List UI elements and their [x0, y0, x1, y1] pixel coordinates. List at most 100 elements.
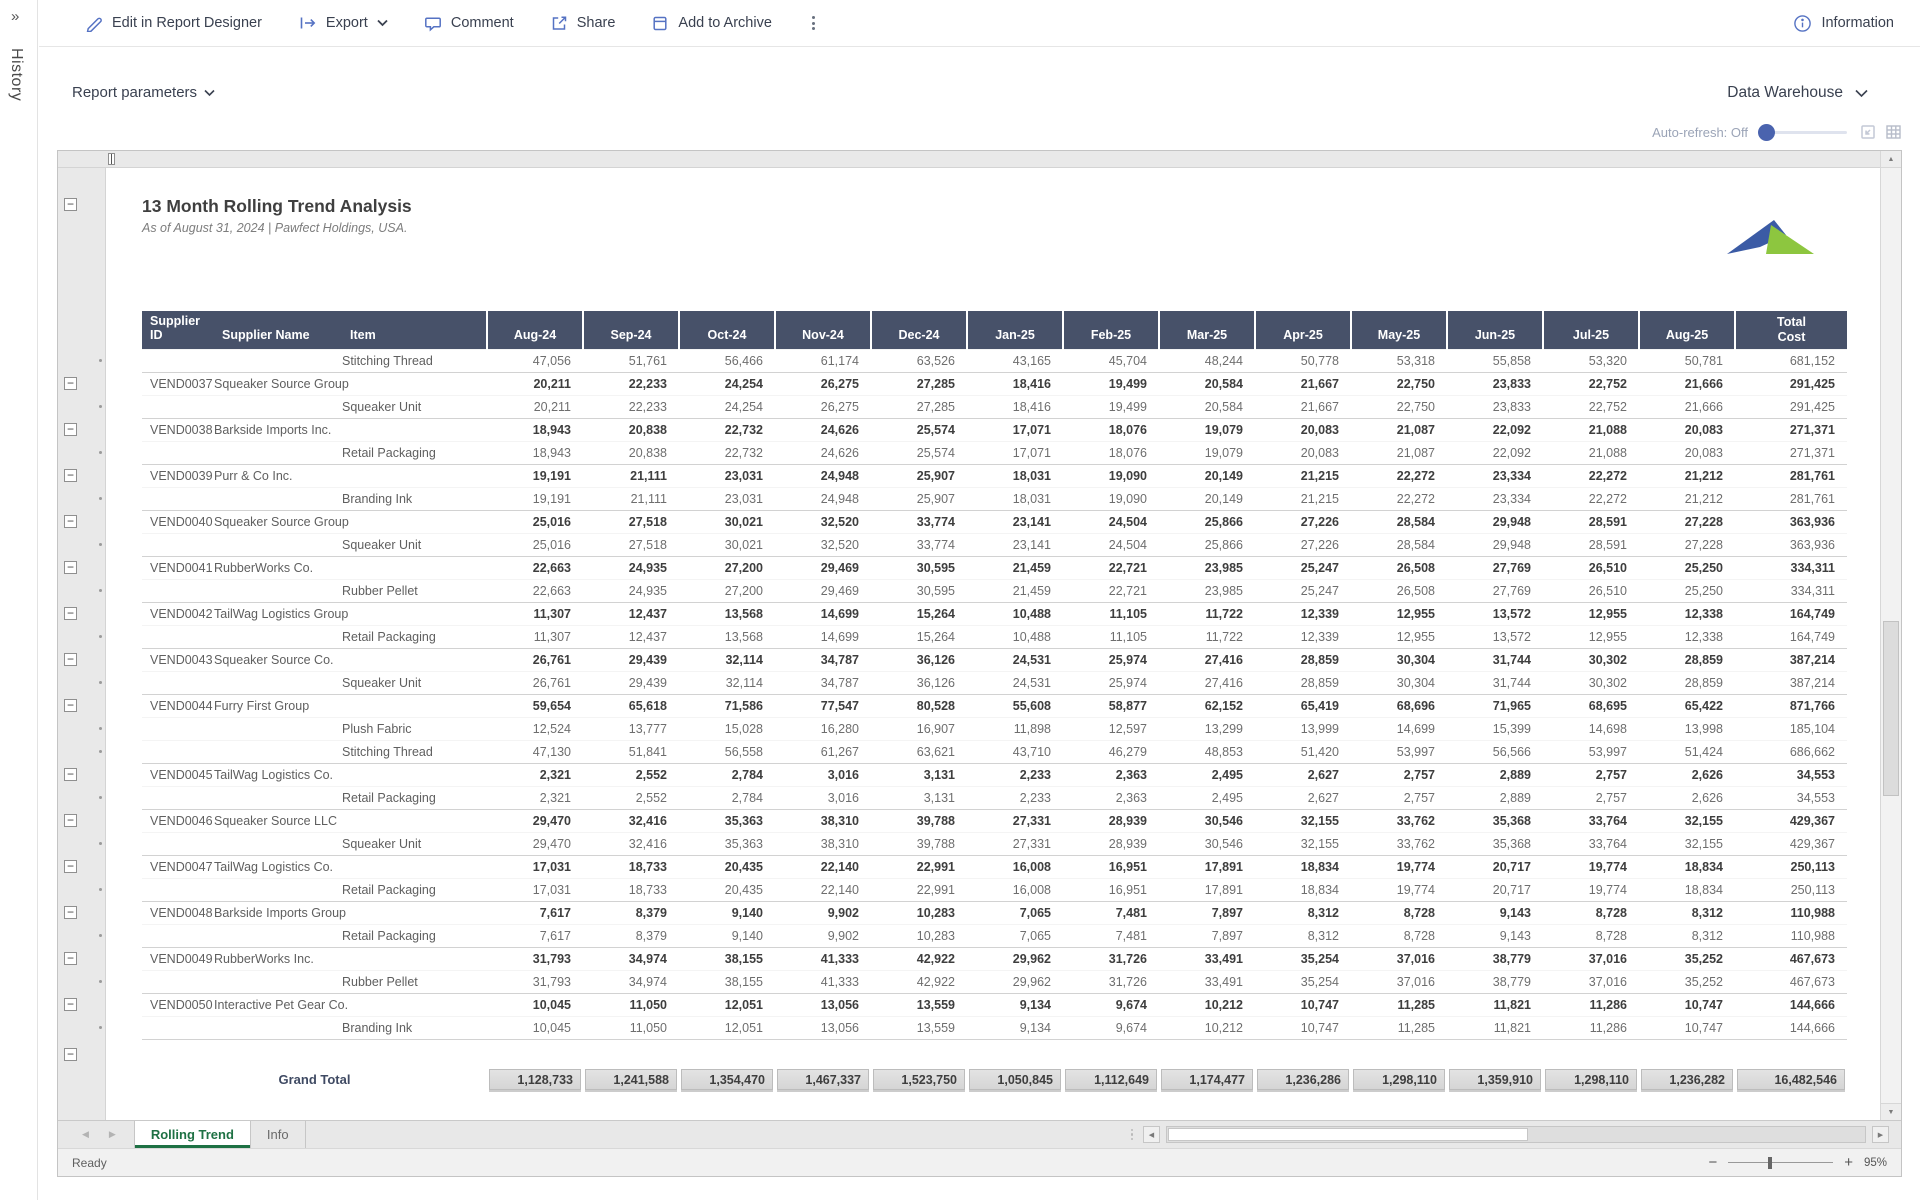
open-in-window-icon[interactable]: [1860, 124, 1876, 140]
value-cell-mar-25: 30,546: [1159, 832, 1255, 855]
collapse-group-button[interactable]: −: [64, 377, 77, 390]
item-cell: Rubber Pellet: [342, 970, 487, 993]
data-source-label: Data Warehouse: [1727, 84, 1843, 102]
value-cell-oct-24: 24,254: [679, 395, 775, 418]
more-options-button[interactable]: [808, 14, 819, 32]
sheet-nav-prev-icon[interactable]: ◀: [82, 1129, 89, 1140]
report-parameters-toggle[interactable]: Report parameters: [72, 84, 215, 101]
item-row: Branding Ink19,19121,11123,03124,94825,9…: [142, 487, 1847, 510]
collapse-group-button[interactable]: −: [64, 860, 77, 873]
vertical-scrollbar-thumb[interactable]: [1883, 621, 1899, 796]
horizontal-scrollbar-track[interactable]: [1166, 1126, 1866, 1143]
collapse-group-button[interactable]: −: [64, 653, 77, 666]
outline-level-dot: [99, 1026, 102, 1029]
zoom-in-button[interactable]: +: [1844, 1155, 1853, 1170]
value-cell-dec-24: 42,922: [871, 947, 967, 970]
history-panel-label[interactable]: History: [7, 48, 25, 101]
collapse-group-button[interactable]: −: [64, 607, 77, 620]
value-cell-jan-25: 21,459: [967, 556, 1063, 579]
collapse-group-button[interactable]: −: [64, 906, 77, 919]
zoom-out-button[interactable]: −: [1708, 1155, 1717, 1170]
value-cell-mar-25: 7,897: [1159, 901, 1255, 924]
value-cell-jun-25: 9,143: [1447, 924, 1543, 947]
collapse-group-button[interactable]: −: [64, 768, 77, 781]
value-cell-sep-24: 2,552: [583, 763, 679, 786]
value-cell-nov-24: 24,948: [775, 487, 871, 510]
share-button[interactable]: Share: [550, 14, 616, 32]
item-row: Retail Packaging7,6178,3799,1409,90210,2…: [142, 924, 1847, 947]
item-cell: Retail Packaging: [342, 441, 487, 464]
grand-total-cell: 1,128,733: [487, 1069, 583, 1090]
collapse-group-button[interactable]: −: [64, 423, 77, 436]
supplier-name-cell: TailWag Logistics Group: [214, 602, 342, 625]
collapse-group-button[interactable]: −: [64, 469, 77, 482]
vertical-scrollbar[interactable]: ▲ ▼: [1880, 151, 1901, 1120]
value-cell-aug-24: 17,031: [487, 878, 583, 901]
tab-rolling-trend[interactable]: Rolling Trend: [134, 1121, 251, 1148]
scroll-right-button[interactable]: ▶: [1872, 1126, 1889, 1143]
value-cell-nov-24: 14,699: [775, 625, 871, 648]
value-cell-sep-24: 29,439: [583, 648, 679, 671]
scroll-down-button[interactable]: ▼: [1881, 1103, 1901, 1120]
value-cell-jul-25: 26,510: [1543, 579, 1639, 602]
value-cell-jun-25: 56,566: [1447, 740, 1543, 763]
value-cell-apr-25: 50,778: [1255, 349, 1351, 372]
scroll-left-button[interactable]: ◀: [1143, 1126, 1160, 1143]
total-cost-cell: 164,749: [1735, 602, 1847, 625]
information-button[interactable]: Information: [1793, 14, 1894, 33]
total-cost-cell: 387,214: [1735, 648, 1847, 671]
collapse-group-button[interactable]: −: [64, 198, 77, 211]
collapse-group-button[interactable]: −: [64, 515, 77, 528]
column-header-nov-24: Nov-24: [775, 311, 871, 349]
scroll-up-button[interactable]: ▲: [1881, 151, 1901, 168]
scrollbar-resize-handle[interactable]: [1131, 1129, 1134, 1141]
value-cell-aug-25: 20,083: [1639, 441, 1735, 464]
total-cost-cell: 271,371: [1735, 441, 1847, 464]
supplier-id-cell: [142, 740, 214, 763]
value-cell-nov-24: 24,948: [775, 464, 871, 487]
value-cell-apr-25: 35,254: [1255, 970, 1351, 993]
column-splitter-handle[interactable]: [108, 153, 115, 165]
value-cell-may-25: 26,508: [1351, 556, 1447, 579]
auto-refresh-knob[interactable]: [1758, 124, 1775, 141]
value-cell-oct-24: 27,200: [679, 556, 775, 579]
column-header-oct-24: Oct-24: [679, 311, 775, 349]
export-button[interactable]: Export: [298, 14, 388, 32]
total-cost-cell: 334,311: [1735, 556, 1847, 579]
grand-total-cell: 1,298,110: [1543, 1069, 1639, 1090]
export-icon: [298, 14, 317, 32]
column-header-sep-24: Sep-24: [583, 311, 679, 349]
supplier-name-cell: [214, 533, 342, 556]
horizontal-scrollbar-thumb[interactable]: [1168, 1128, 1528, 1141]
add-to-archive-button[interactable]: Add to Archive: [651, 14, 772, 32]
supplier-id-cell: [142, 1016, 214, 1039]
collapse-group-button[interactable]: −: [64, 699, 77, 712]
collapse-group-button[interactable]: −: [64, 952, 77, 965]
value-cell-mar-25: 13,299: [1159, 717, 1255, 740]
sheet-nav-next-icon[interactable]: ▶: [109, 1129, 116, 1140]
table-header-row: Supplier IDSupplier NameItemAug-24Sep-24…: [142, 311, 1847, 349]
collapse-group-button[interactable]: −: [64, 998, 77, 1011]
value-cell-jul-25: 2,757: [1543, 763, 1639, 786]
value-cell-apr-25: 28,859: [1255, 648, 1351, 671]
zoom-slider-thumb[interactable]: [1768, 1157, 1772, 1169]
item-cell: Stitching Thread: [342, 349, 487, 372]
value-cell-jul-25: 21,088: [1543, 418, 1639, 441]
data-source-selector[interactable]: Data Warehouse: [1727, 84, 1868, 102]
value-cell-mar-25: 10,212: [1159, 993, 1255, 1016]
zoom-slider[interactable]: [1728, 1162, 1833, 1163]
value-cell-may-25: 8,728: [1351, 924, 1447, 947]
expand-panel-icon[interactable]: »: [11, 8, 19, 25]
table-grid-icon[interactable]: [1885, 124, 1902, 140]
tab-info[interactable]: Info: [251, 1121, 306, 1148]
auto-refresh-toggle[interactable]: [1761, 131, 1847, 134]
value-cell-jun-25: 13,572: [1447, 625, 1543, 648]
collapse-group-button[interactable]: −: [64, 814, 77, 827]
collapse-group-button[interactable]: −: [64, 561, 77, 574]
supplier-name-cell: [214, 924, 342, 947]
edit-in-report-designer-button[interactable]: Edit in Report Designer: [85, 14, 262, 32]
value-cell-apr-25: 21,667: [1255, 372, 1351, 395]
comment-button[interactable]: Comment: [424, 14, 514, 32]
collapse-group-button[interactable]: −: [64, 1048, 77, 1061]
value-cell-feb-25: 2,363: [1063, 763, 1159, 786]
